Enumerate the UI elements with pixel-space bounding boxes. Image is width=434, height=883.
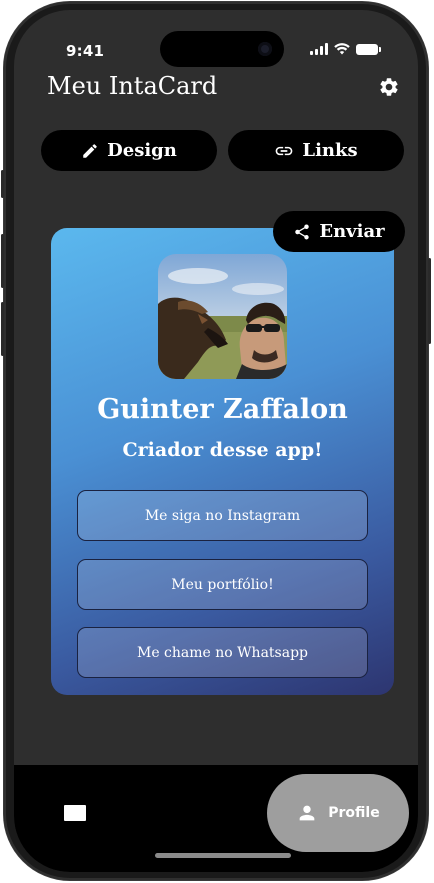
phone-frame: 9:41 Meu IntaCard Design Links Guinter Z… [1, 2, 431, 880]
bottom-navigation: Profile [14, 765, 418, 872]
profile-photo [158, 254, 287, 379]
pencil-icon [83, 143, 97, 158]
cellular-signal-icon [310, 43, 328, 55]
profile-name: Guinter Zaffalon [97, 394, 348, 425]
cards-nav-icon[interactable] [64, 805, 86, 821]
links-tab-button[interactable]: Links [228, 130, 404, 171]
whatsapp-link-button[interactable]: Me chame no Whatsapp [77, 627, 368, 678]
gear-icon[interactable] [378, 76, 400, 98]
volume-up-button [1, 234, 4, 288]
design-label: Design [107, 140, 177, 161]
status-bar: 9:41 [14, 10, 418, 67]
volume-down-button [1, 302, 4, 356]
links-label: Links [302, 140, 358, 161]
share-icon [295, 224, 310, 239]
status-icons [310, 43, 381, 55]
instagram-link-button[interactable]: Me siga no Instagram [77, 490, 368, 541]
profile-card: Guinter Zaffalon Criador desse app! Me s… [51, 228, 394, 695]
home-indicator[interactable] [155, 853, 291, 858]
portfolio-link-button[interactable]: Meu portfólio! [77, 559, 368, 610]
app-title: Meu IntaCard [47, 72, 218, 100]
screen: 9:41 Meu IntaCard Design Links Guinter Z… [14, 10, 418, 872]
battery-icon [356, 43, 381, 55]
mute-switch [1, 170, 4, 198]
avatar [158, 254, 287, 379]
profile-nav-label: Profile [328, 805, 380, 821]
camera-icon [258, 42, 272, 56]
share-label: Enviar [319, 221, 385, 242]
profile-nav-button[interactable]: Profile [267, 774, 409, 852]
wifi-icon [334, 43, 350, 55]
person-icon [299, 805, 315, 821]
design-tab-button[interactable]: Design [41, 130, 217, 171]
share-button[interactable]: Enviar [273, 211, 405, 252]
link-icon [276, 146, 293, 155]
dynamic-island [160, 31, 284, 67]
status-time: 9:41 [66, 42, 105, 60]
power-button [428, 258, 431, 344]
profile-subtitle: Criador desse app! [122, 439, 323, 461]
